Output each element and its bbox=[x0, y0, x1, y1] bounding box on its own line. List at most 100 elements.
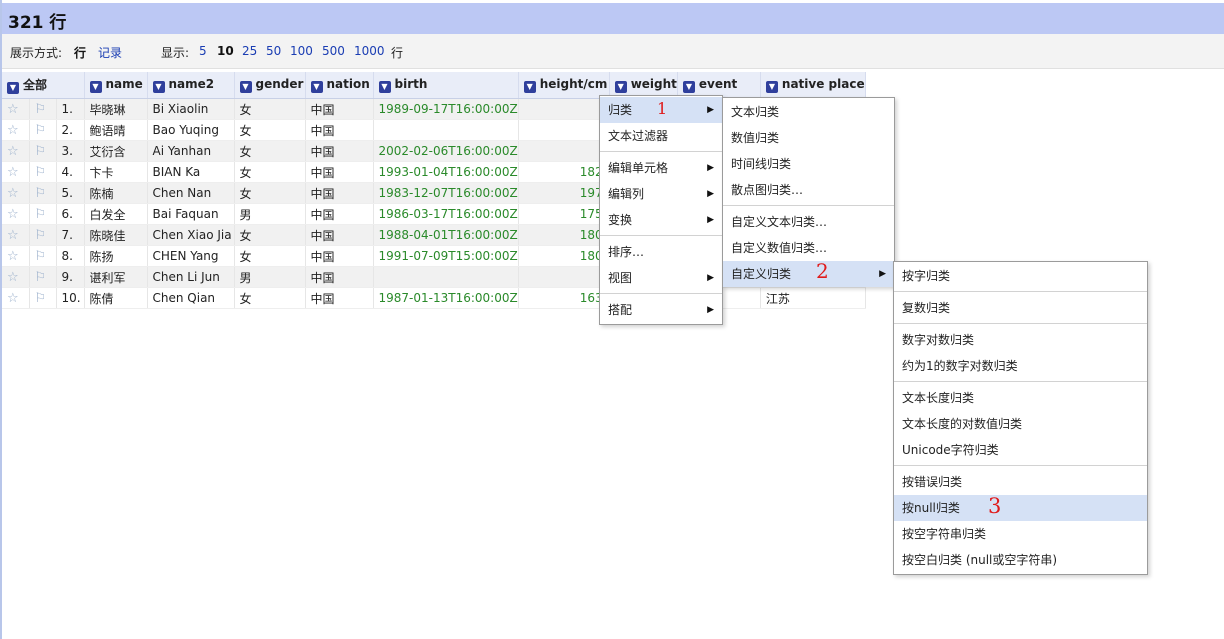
cell-birth[interactable]: 1987-01-13T16:00:00Z bbox=[373, 287, 519, 309]
cell-name[interactable]: 卞卡 bbox=[84, 161, 148, 183]
menu-item-edit-column[interactable]: 编辑列 ▶ bbox=[600, 181, 722, 207]
page-size-5[interactable]: 5 bbox=[199, 44, 207, 58]
menu-item-numeric-facet[interactable]: 数值归类 bbox=[723, 125, 894, 151]
cell-height[interactable] bbox=[518, 98, 610, 120]
flag-icon[interactable]: ⚐ bbox=[29, 266, 57, 288]
cell-name2[interactable]: Bao Yuqing bbox=[147, 119, 235, 141]
cell-name[interactable]: 陈晓佳 bbox=[84, 224, 148, 246]
flag-icon[interactable]: ⚐ bbox=[29, 245, 57, 267]
cell-gender[interactable]: 女 bbox=[234, 287, 306, 309]
flag-icon[interactable]: ⚐ bbox=[29, 182, 57, 204]
star-icon[interactable]: ☆ bbox=[2, 161, 30, 183]
cell-height[interactable] bbox=[518, 140, 610, 162]
cell-height[interactable] bbox=[518, 119, 610, 141]
cell-birth[interactable] bbox=[373, 266, 519, 288]
flag-icon[interactable]: ⚐ bbox=[29, 119, 57, 141]
menu-item-error-facet[interactable]: 按错误归类 bbox=[894, 469, 1147, 495]
star-icon[interactable]: ☆ bbox=[2, 140, 30, 162]
column-header-name[interactable]: ▼ name bbox=[84, 72, 148, 99]
dropdown-icon[interactable]: ▼ bbox=[523, 81, 536, 93]
cell-nation[interactable]: 中国 bbox=[305, 182, 374, 204]
star-icon[interactable]: ☆ bbox=[2, 224, 30, 246]
cell-name2[interactable]: Chen Nan bbox=[147, 182, 235, 204]
menu-item-timeline-facet[interactable]: 时间线归类 bbox=[723, 151, 894, 177]
menu-item-numeric-log-facet[interactable]: 数字对数归类 bbox=[894, 327, 1147, 353]
cell-name2[interactable]: Bai Faquan bbox=[147, 203, 235, 225]
column-header-gender[interactable]: ▼ gender bbox=[234, 72, 306, 99]
cell-height[interactable]: 180 bbox=[518, 245, 610, 267]
dropdown-icon[interactable]: ▼ bbox=[614, 81, 627, 93]
flag-icon[interactable]: ⚐ bbox=[29, 224, 57, 246]
star-icon[interactable]: ☆ bbox=[2, 245, 30, 267]
column-header-native-place[interactable]: ▼ native place bbox=[760, 72, 866, 99]
page-size-500[interactable]: 500 bbox=[322, 44, 345, 58]
cell-birth[interactable]: 1986-03-17T16:00:00Z bbox=[373, 203, 519, 225]
star-icon[interactable]: ☆ bbox=[2, 182, 30, 204]
cell-nation[interactable]: 中国 bbox=[305, 266, 374, 288]
menu-item-bounded-log-facet[interactable]: 约为1的数字对数归类 bbox=[894, 353, 1147, 379]
page-size-10[interactable]: 10 bbox=[217, 44, 234, 58]
cell-name2[interactable]: CHEN Yang bbox=[147, 245, 235, 267]
cell-birth[interactable]: 1989-09-17T16:00:00Z bbox=[373, 98, 519, 120]
cell-birth[interactable]: 1993-01-04T16:00:00Z bbox=[373, 161, 519, 183]
cell-birth[interactable]: 1991-07-09T15:00:00Z bbox=[373, 245, 519, 267]
cell-name[interactable]: 艾衍含 bbox=[84, 140, 148, 162]
cell-nation[interactable]: 中国 bbox=[305, 287, 374, 309]
cell-name2[interactable]: Ai Yanhan bbox=[147, 140, 235, 162]
cell-nation[interactable]: 中国 bbox=[305, 161, 374, 183]
dropdown-icon[interactable]: ▼ bbox=[239, 81, 252, 93]
cell-nation[interactable]: 中国 bbox=[305, 245, 374, 267]
star-icon[interactable]: ☆ bbox=[2, 203, 30, 225]
cell-nation[interactable]: 中国 bbox=[305, 224, 374, 246]
page-size-50[interactable]: 50 bbox=[266, 44, 281, 58]
cell-nation[interactable]: 中国 bbox=[305, 98, 374, 120]
mode-rows[interactable]: 行 bbox=[74, 44, 86, 61]
cell-nation[interactable]: 中国 bbox=[305, 140, 374, 162]
cell-name[interactable]: 白发全 bbox=[84, 203, 148, 225]
cell-gender[interactable]: 女 bbox=[234, 161, 306, 183]
star-icon[interactable]: ☆ bbox=[2, 119, 30, 141]
cell-gender[interactable]: 男 bbox=[234, 266, 306, 288]
cell-name[interactable]: 陈倩 bbox=[84, 287, 148, 309]
page-size-1000[interactable]: 1000 bbox=[354, 44, 385, 58]
star-icon[interactable]: ☆ bbox=[2, 98, 30, 120]
flag-icon[interactable]: ⚐ bbox=[29, 203, 57, 225]
flag-icon[interactable]: ⚐ bbox=[29, 140, 57, 162]
cell-birth[interactable]: 2002-02-06T16:00:00Z bbox=[373, 140, 519, 162]
cell-name[interactable]: 鲍语晴 bbox=[84, 119, 148, 141]
menu-item-scatterplot-facet[interactable]: 散点图归类… bbox=[723, 177, 894, 203]
menu-item-word-facet[interactable]: 按字归类 bbox=[894, 263, 1147, 289]
cell-nation[interactable]: 中国 bbox=[305, 119, 374, 141]
flag-icon[interactable]: ⚐ bbox=[29, 98, 57, 120]
cell-height[interactable]: 180 bbox=[518, 224, 610, 246]
menu-item-log-text-length-facet[interactable]: 文本长度的对数值归类 bbox=[894, 411, 1147, 437]
cell-gender[interactable]: 男 bbox=[234, 203, 306, 225]
column-header-height[interactable]: ▼ height/cm bbox=[518, 72, 610, 99]
cell-height[interactable]: 163 bbox=[518, 287, 610, 309]
menu-item-unicode-facet[interactable]: Unicode字符归类 bbox=[894, 437, 1147, 463]
menu-item-text-filter[interactable]: 文本过滤器 bbox=[600, 123, 722, 149]
menu-item-blank-facet[interactable]: 按空白归类 (null或空字符串) bbox=[894, 547, 1147, 573]
cell-name[interactable]: 谌利军 bbox=[84, 266, 148, 288]
dropdown-icon[interactable]: ▼ bbox=[310, 81, 323, 93]
cell-birth[interactable]: 1988-04-01T16:00:00Z bbox=[373, 224, 519, 246]
cell-gender[interactable]: 女 bbox=[234, 224, 306, 246]
cell-name[interactable]: 毕晓琳 bbox=[84, 98, 148, 120]
menu-item-duplicates-facet[interactable]: 复数归类 bbox=[894, 295, 1147, 321]
menu-item-view[interactable]: 视图 ▶ bbox=[600, 265, 722, 291]
dropdown-icon[interactable]: ▼ bbox=[682, 81, 695, 93]
menu-item-edit-cells[interactable]: 编辑单元格 ▶ bbox=[600, 155, 722, 181]
cell-height[interactable] bbox=[518, 266, 610, 288]
menu-item-text-facet[interactable]: 文本归类 bbox=[723, 99, 894, 125]
cell-name2[interactable]: Bi Xiaolin bbox=[147, 98, 235, 120]
cell-name2[interactable]: Chen Xiao Jia bbox=[147, 224, 235, 246]
menu-item-empty-string-facet[interactable]: 按空字符串归类 bbox=[894, 521, 1147, 547]
column-header-name2[interactable]: ▼ name2 bbox=[147, 72, 235, 99]
star-icon[interactable]: ☆ bbox=[2, 287, 30, 309]
mode-records[interactable]: 记录 bbox=[98, 44, 122, 61]
cell-name[interactable]: 陈楠 bbox=[84, 182, 148, 204]
flag-icon[interactable]: ⚐ bbox=[29, 287, 57, 309]
menu-item-text-length-facet[interactable]: 文本长度归类 bbox=[894, 385, 1147, 411]
column-header-birth[interactable]: ▼ birth bbox=[373, 72, 519, 99]
cell-gender[interactable]: 女 bbox=[234, 98, 306, 120]
